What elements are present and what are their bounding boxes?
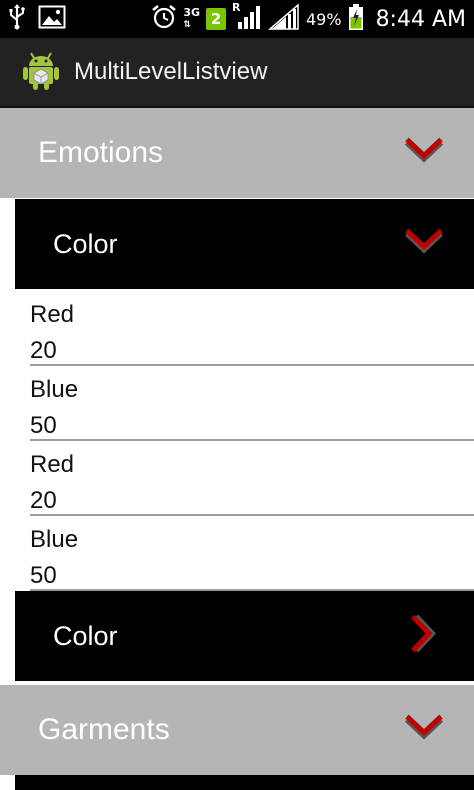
- gallery-icon: [38, 5, 66, 34]
- group-label: Emotions: [38, 136, 164, 169]
- item-value: 20: [30, 337, 57, 364]
- item-value: 50: [30, 562, 57, 589]
- alarm-icon: [151, 4, 177, 35]
- sim-badge: 2: [206, 8, 226, 30]
- signal-strength-icon: [267, 2, 300, 36]
- network-type-3g: 3G ⇅: [183, 6, 200, 30]
- signal-icon: R: [232, 0, 262, 35]
- item-name: Red: [30, 451, 75, 478]
- list-item[interactable]: Red 20: [30, 291, 474, 366]
- roaming-indicator: R: [232, 0, 241, 14]
- group-header-emotions[interactable]: Emotions: [0, 108, 474, 198]
- child-header-partial[interactable]: [15, 775, 474, 790]
- status-bar: 3G ⇅ 2 R 49% 8:44 AM: [0, 0, 474, 38]
- clock: 8:44 AM: [375, 6, 466, 32]
- group-header-garments[interactable]: Garments: [0, 685, 474, 775]
- group-label: Garments: [38, 713, 170, 746]
- child-header-color-collapsed[interactable]: Color: [15, 591, 474, 681]
- chevron-down-icon: [404, 228, 444, 261]
- data-arrows-icon: ⇅: [183, 20, 191, 30]
- chevron-down-icon: [404, 137, 444, 170]
- app-title: MultiLevelListview: [74, 58, 268, 85]
- battery-icon: [348, 3, 364, 36]
- list-item[interactable]: Red 20: [30, 441, 474, 516]
- list-item[interactable]: Blue 50: [30, 366, 474, 441]
- item-name: Red: [30, 301, 75, 328]
- list-item[interactable]: Blue 50: [30, 516, 474, 591]
- action-bar: MultiLevelListview: [0, 38, 474, 108]
- usb-icon: [8, 3, 26, 35]
- item-name: Blue: [30, 526, 79, 553]
- child-label: Color: [53, 620, 118, 651]
- battery-percent: 49%: [306, 9, 342, 29]
- chevron-right-icon: [410, 614, 437, 659]
- item-name: Blue: [30, 376, 79, 403]
- child-header-color-expanded[interactable]: Color: [15, 199, 474, 289]
- android-icon: [22, 49, 60, 96]
- item-value: 20: [30, 487, 57, 514]
- screen: 3G ⇅ 2 R 49% 8:44 AM MultiLevelListview …: [0, 0, 474, 790]
- item-value: 50: [30, 412, 57, 439]
- child-label: Color: [53, 228, 118, 259]
- chevron-down-icon: [404, 714, 444, 747]
